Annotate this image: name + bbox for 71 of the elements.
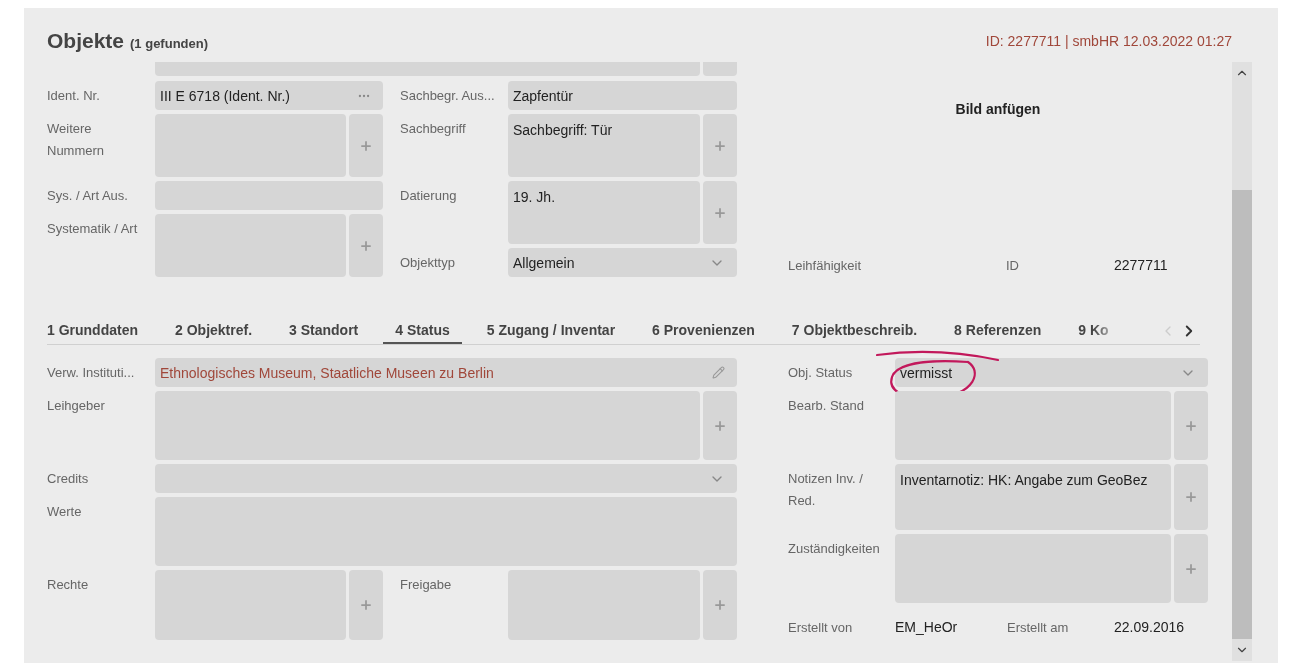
- add-button[interactable]: [1174, 391, 1208, 460]
- plus-icon: [359, 138, 373, 153]
- tab[interactable]: 2 Objektref.: [163, 317, 265, 344]
- field-label: Sys. / Art Aus.: [47, 187, 129, 205]
- info-value: 2277711: [1114, 257, 1169, 273]
- field-label: Bearb. Stand: [788, 397, 865, 415]
- institution-field[interactable]: Ethnologisches Museum, Staatliche Museen zu Berlin: [155, 358, 737, 387]
- add-button[interactable]: [703, 391, 737, 460]
- text-area[interactable]: 19. Jh.: [508, 181, 700, 244]
- add-button[interactable]: [1174, 534, 1208, 603]
- add-button[interactable]: [703, 570, 737, 640]
- plus-icon: [713, 418, 727, 433]
- field-label: Datierung: [400, 187, 458, 205]
- plus-icon: [713, 598, 727, 612]
- info-label: Erstellt am: [1007, 619, 1070, 635]
- page-title: Objekte: [47, 29, 125, 53]
- plus-icon: [713, 138, 727, 153]
- select-field[interactable]: Allgemein: [508, 248, 737, 277]
- tab[interactable]: 9 Ko: [1066, 317, 1121, 344]
- field-label: Rechte: [47, 576, 90, 594]
- field-label: Leihgeber: [47, 397, 106, 415]
- field-label: Sachbegr. Aus...: [400, 87, 496, 105]
- text-area[interactable]: Inventarnotiz: HK: Angabe zum GeoBez: [895, 464, 1171, 530]
- add-button[interactable]: [349, 214, 383, 277]
- text-field[interactable]: III E 6718 (Ident. Nr.): [155, 81, 383, 110]
- plus-icon: [1184, 418, 1198, 433]
- scrollbar-thumb[interactable]: [1232, 190, 1252, 639]
- tab[interactable]: 4 Status: [383, 317, 462, 344]
- field-label: Systematik / Art: [47, 220, 139, 238]
- field-label: Zuständigkeiten: [788, 540, 881, 558]
- edit-icon[interactable]: [712, 366, 725, 379]
- tab[interactable]: 7 Objektbeschreib.: [779, 317, 930, 344]
- field-label: Obj. Status: [788, 364, 854, 382]
- text-area[interactable]: Sachbegriff: Tür: [508, 114, 700, 177]
- result-count: (1 gefunden): [130, 35, 209, 51]
- tab[interactable]: 3 Standort: [277, 317, 371, 344]
- info-value: EM_HeOr: [895, 619, 959, 635]
- field-label: Objekttyp: [400, 254, 456, 272]
- select-field[interactable]: [155, 464, 737, 493]
- field-label: Weitere Nummern: [47, 120, 106, 160]
- text-field[interactable]: Zapfentür: [508, 81, 737, 110]
- plus-icon: [359, 238, 373, 253]
- tab[interactable]: 6 Provenienzen: [640, 317, 767, 344]
- text-area[interactable]: [895, 391, 1171, 460]
- info-label: Leihfähigkeit: [788, 257, 862, 273]
- info-value: 22.09.2016: [1114, 619, 1186, 635]
- attach-image-link[interactable]: Bild anfügen: [955, 101, 1041, 117]
- plus-icon: [359, 598, 373, 612]
- add-button[interactable]: [1174, 464, 1208, 530]
- tab[interactable]: 8 Referenzen: [942, 317, 1054, 344]
- plus-icon: [713, 205, 727, 220]
- field-label: Werte: [47, 503, 83, 521]
- info-label: ID: [1006, 257, 1020, 273]
- add-button[interactable]: [703, 114, 737, 177]
- record-info: ID: 2277711 | smbHR 12.03.2022 01:27: [985, 33, 1232, 49]
- select-field[interactable]: vermisst: [895, 358, 1208, 387]
- info-label: Erstellt von: [788, 619, 854, 635]
- field-label: Notizen Inv. / Red.: [788, 470, 864, 510]
- field-label: Ident. Nr.: [47, 87, 101, 105]
- scrollbar[interactable]: [1232, 62, 1252, 661]
- add-button[interactable]: [703, 181, 737, 244]
- tab[interactable]: 1 Grunddaten: [35, 317, 150, 344]
- tab[interactable]: 5 Zugang / Inventar: [474, 317, 628, 344]
- add-button[interactable]: [349, 114, 383, 177]
- plus-icon: [1184, 490, 1198, 504]
- field-label: Verw. Instituti...: [47, 364, 136, 382]
- field-label: Sachbegriff: [400, 120, 467, 138]
- add-button[interactable]: [349, 570, 383, 640]
- field-label: Credits: [47, 470, 90, 488]
- field-label: Freigabe: [400, 576, 453, 594]
- plus-icon: [1184, 561, 1198, 576]
